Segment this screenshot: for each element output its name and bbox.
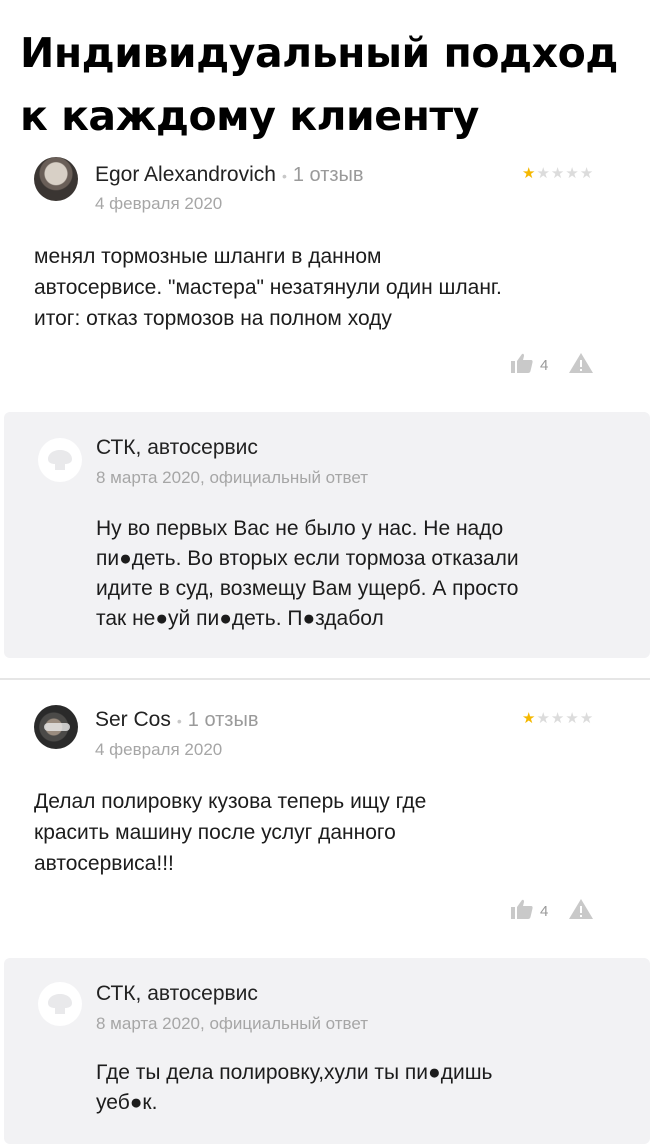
review-text-line: менял тормозные шланги в данном: [34, 245, 382, 268]
star-empty-icon: ★: [536, 165, 550, 182]
headline-line-2: к каждому клиенту: [20, 92, 479, 140]
like-icon[interactable]: [510, 898, 534, 925]
review-text: Делал полировку кузова теперь ищу где кр…: [34, 786, 634, 879]
review-actions: 4: [510, 352, 594, 379]
review-text-line: красить машину после услуг данного: [34, 821, 396, 844]
review-date: 4 февраля 2020: [95, 194, 223, 213]
separator-dot: •: [176, 713, 182, 729]
rating-stars: ★ ★ ★ ★ ★: [522, 166, 593, 181]
reply-date: 8 марта 2020, официальный ответ: [96, 1014, 369, 1033]
star-empty-icon: ★: [565, 165, 579, 182]
review-header: Egor Alexandrovich • 1 отзыв: [95, 163, 364, 189]
like-count: 4: [540, 903, 549, 920]
report-icon[interactable]: [568, 352, 594, 379]
star-filled-icon: ★: [522, 165, 536, 182]
star-filled-icon: ★: [522, 710, 536, 727]
star-empty-icon: ★: [550, 710, 565, 727]
reply-text-line: идите в суд, возмещу Вам ущерб. А просто: [96, 577, 519, 600]
review-header: Ser Cos • 1 отзыв: [95, 708, 258, 734]
review-count: 1 отзыв: [292, 164, 364, 186]
reply-text-line: Где ты дела полировку,хули ты пи●дишь: [96, 1061, 493, 1084]
avatar[interactable]: [34, 705, 78, 749]
review-actions: 4: [510, 898, 594, 925]
reply-text-line: уеб●к.: [96, 1091, 158, 1114]
review-author[interactable]: Egor Alexandrovich: [95, 163, 276, 187]
official-reply: СТК, автосервис 8 марта 2020, официальны…: [4, 412, 650, 658]
review-text-line: автосервиса!!!: [34, 852, 174, 875]
reply-text-line: так не●уй пи●деть. П●здабол: [96, 607, 384, 630]
review-divider: [0, 678, 650, 680]
reply-author[interactable]: СТК, автосервис: [96, 436, 258, 460]
review-date: 4 февраля 2020: [95, 740, 223, 759]
reply-text-line: пи●деть. Во вторых если тормоза отказали: [96, 547, 519, 570]
review-text: менял тормозные шланги в данном автосерв…: [34, 241, 634, 334]
stct-logo-icon[interactable]: [38, 438, 82, 482]
avatar[interactable]: [34, 157, 78, 201]
star-empty-icon: ★: [536, 710, 550, 727]
reply-text-line: Ну во первых Вас не было у нас. Не надо: [96, 517, 504, 540]
star-empty-icon: ★: [579, 710, 594, 727]
report-icon[interactable]: [568, 898, 594, 925]
review-author[interactable]: Ser Cos: [95, 708, 171, 732]
separator-dot: •: [281, 168, 287, 184]
rating-stars: ★ ★ ★ ★ ★: [522, 711, 593, 726]
star-empty-icon: ★: [565, 710, 579, 727]
meme-headline: Индивидуальный подход к каждому клиенту: [20, 22, 640, 148]
stct-logo-icon[interactable]: [38, 982, 82, 1026]
review-text-line: Делал полировку кузова теперь ищу где: [34, 790, 427, 813]
reply-text: Где ты дела полировку,хули ты пи●дишь уе…: [96, 1058, 636, 1118]
review-text-line: итог: отказ тормозов на полном ходу: [34, 307, 392, 330]
star-empty-icon: ★: [550, 165, 565, 182]
like-icon[interactable]: [510, 352, 534, 379]
official-reply: СТК, автосервис 8 марта 2020, официальны…: [4, 958, 650, 1144]
reply-date: 8 марта 2020, официальный ответ: [96, 468, 369, 487]
reply-text: Ну во первых Вас не было у нас. Не надо …: [96, 514, 636, 634]
review-count: 1 отзыв: [187, 709, 259, 731]
review-text-line: автосервисе. "мастера" незатянули один ш…: [34, 276, 502, 299]
headline-line-1: Индивидуальный подход: [20, 29, 618, 77]
reply-author[interactable]: СТК, автосервис: [96, 982, 258, 1006]
like-count: 4: [540, 357, 549, 374]
avatar-goggles: [44, 723, 70, 731]
star-empty-icon: ★: [579, 165, 594, 182]
